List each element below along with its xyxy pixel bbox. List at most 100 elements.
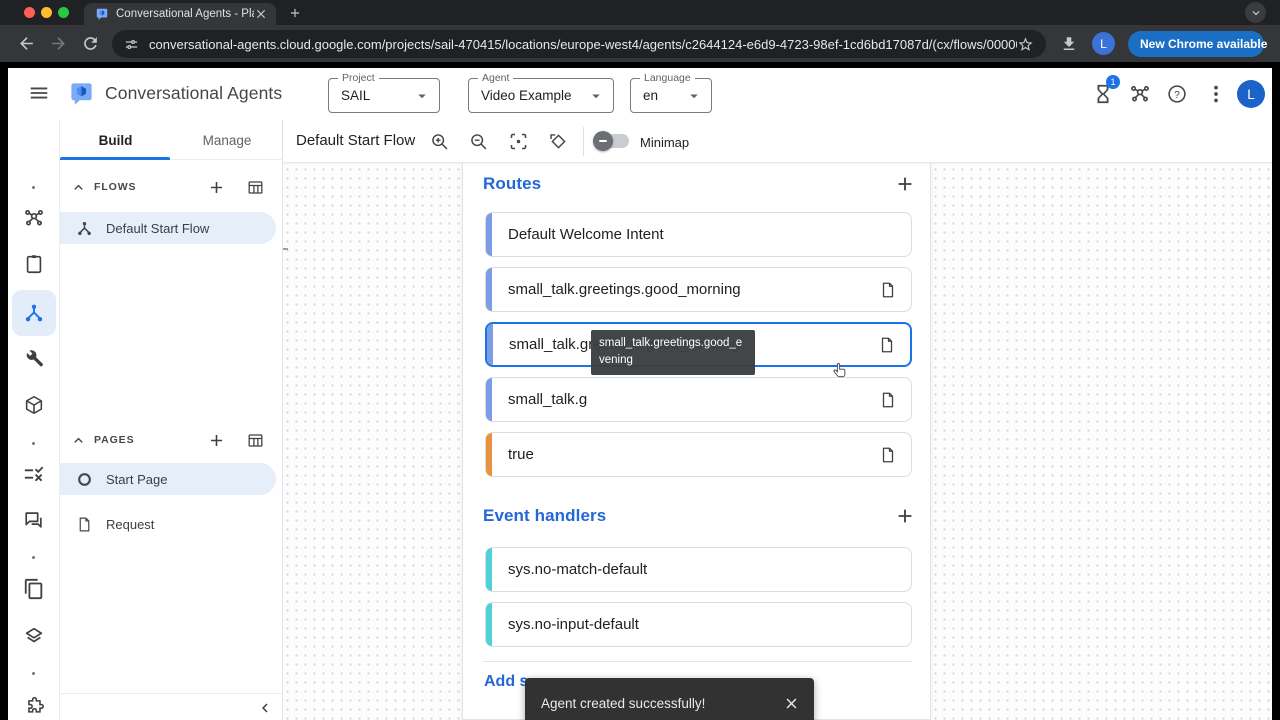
zoom-out-icon[interactable] <box>468 131 489 152</box>
event-handler-card[interactable]: sys.no-input-default <box>485 602 912 647</box>
add-flow-button[interactable] <box>207 178 226 197</box>
flows-section-label: FLOWS <box>94 181 137 193</box>
browser-tab[interactable]: Conversational Agents - Play <box>84 3 276 25</box>
language-select-label: Language <box>640 72 695 84</box>
pages-section-header: PAGES <box>60 428 283 454</box>
sidebar-item-request[interactable]: Request <box>60 508 276 540</box>
sidebar-item-start-page[interactable]: Start Page <box>60 463 276 495</box>
hamburger-icon[interactable] <box>28 82 50 104</box>
agent-select[interactable]: Agent Video Example <box>468 72 614 113</box>
center-focus-icon[interactable] <box>508 131 529 152</box>
route-accent-bar <box>486 268 492 311</box>
tab-search-button[interactable] <box>1245 2 1266 23</box>
reset-view-icon[interactable] <box>548 131 569 152</box>
puzzle-icon[interactable] <box>23 694 45 716</box>
flow-icon[interactable] <box>23 302 45 324</box>
pages-copy-icon[interactable] <box>23 578 45 600</box>
bookmark-star-icon[interactable] <box>1017 36 1034 53</box>
chat-icon[interactable] <box>23 509 45 531</box>
flow-canvas[interactable]: Default Start Flow Minimap Routes Defaul… <box>283 120 1272 720</box>
browser-profile-avatar[interactable]: L <box>1092 32 1115 55</box>
route-card[interactable]: small_talk.greetings.good_morning <box>485 267 912 312</box>
tab-manage[interactable]: Manage <box>171 120 283 160</box>
chevron-down-icon <box>1249 6 1263 20</box>
tab-build[interactable]: Build <box>60 120 171 160</box>
language-select[interactable]: Language en <box>630 72 712 113</box>
downloads-icon[interactable] <box>1060 35 1078 53</box>
kebab-icon[interactable] <box>1205 83 1227 105</box>
layers-icon[interactable] <box>23 625 45 647</box>
route-accent-bar <box>486 378 492 421</box>
help-icon[interactable] <box>1166 83 1188 105</box>
graph-icon[interactable] <box>1129 83 1151 105</box>
route-card[interactable]: Default Welcome Intent <box>485 212 912 257</box>
zoom-in-icon[interactable] <box>429 131 450 152</box>
route-card[interactable]: true <box>485 432 912 477</box>
chevron-up-icon[interactable] <box>70 179 87 196</box>
canvas-title: Default Start Flow <box>296 132 416 149</box>
page-icon[interactable] <box>878 336 896 354</box>
forward-button[interactable] <box>49 34 68 53</box>
back-button[interactable] <box>17 34 36 53</box>
table-view-icon[interactable] <box>246 178 265 197</box>
toast-message: Agent created successfully! <box>541 695 706 711</box>
route-accent-bar <box>486 213 492 256</box>
rail-dot <box>32 672 35 675</box>
agent-select-value: Video Example <box>481 88 572 103</box>
rail-dot <box>32 556 35 559</box>
traffic-light-close[interactable] <box>24 6 35 18</box>
routes-title: Routes <box>483 174 542 193</box>
chevron-down-icon <box>685 87 703 105</box>
dialogflow-logo <box>68 80 95 107</box>
page-icon <box>76 516 93 533</box>
close-icon[interactable] <box>783 695 800 712</box>
rule-checklist-icon[interactable] <box>23 463 45 485</box>
handler-accent-bar <box>486 603 492 646</box>
start-page-node-panel: Routes Default Welcome Intent small_talk… <box>462 163 931 720</box>
add-page-button[interactable] <box>207 431 226 450</box>
browser-tab-strip: Conversational Agents - Play <box>0 0 1280 25</box>
package-icon[interactable] <box>23 394 45 416</box>
account-avatar[interactable]: L <box>1237 80 1265 108</box>
app-window: Conversational Agents Project SAIL Agent… <box>8 68 1272 720</box>
panel-divider <box>483 661 912 662</box>
event-handlers-title: Event handlers <box>483 506 607 525</box>
tab-close-icon[interactable] <box>254 7 268 21</box>
url-text: conversational-agents.cloud.google.com/p… <box>149 36 1017 52</box>
browser-toolbar: conversational-agents.cloud.google.com/p… <box>0 25 1280 62</box>
event-handler-card[interactable]: sys.no-match-default <box>485 547 912 592</box>
table-view-icon[interactable] <box>246 431 265 450</box>
update-chrome-chip[interactable]: New Chrome available <box>1128 31 1267 57</box>
route-card[interactable]: small_talk.g <box>485 377 912 422</box>
route-label: Default Welcome Intent <box>508 226 664 243</box>
app-header: Conversational Agents Project SAIL Agent… <box>8 68 1272 120</box>
sidebar-item-default-start-flow[interactable]: Default Start Flow <box>60 212 276 244</box>
new-tab-button[interactable] <box>288 6 302 20</box>
reload-button[interactable] <box>81 34 100 53</box>
active-tab-underline <box>60 157 170 160</box>
minimap-toggle[interactable] <box>593 131 629 151</box>
traffic-light-maximize[interactable] <box>58 6 69 18</box>
route-label: small_talk.g <box>508 391 588 408</box>
clipboard-icon[interactable] <box>23 253 45 275</box>
add-route-button[interactable] <box>894 173 916 195</box>
collapse-sidebar-icon[interactable] <box>256 699 274 717</box>
agent-select-label: Agent <box>478 72 514 84</box>
page-icon[interactable] <box>879 281 897 299</box>
add-event-handler-button[interactable] <box>894 505 916 527</box>
address-bar[interactable]: conversational-agents.cloud.google.com/p… <box>112 30 1046 58</box>
sidebar-footer <box>60 693 282 720</box>
tab-title: Conversational Agents - Play <box>116 8 254 20</box>
chevron-up-icon[interactable] <box>70 432 87 449</box>
traffic-light-minimize[interactable] <box>41 6 52 18</box>
product-title: Conversational Agents <box>105 83 283 103</box>
page-icon[interactable] <box>879 446 897 464</box>
notification-badge: 1 <box>1106 75 1120 89</box>
wrench-icon[interactable] <box>23 347 45 369</box>
project-select[interactable]: Project SAIL <box>328 72 440 113</box>
toggle-knob <box>593 131 613 151</box>
graph-icon[interactable] <box>23 207 45 229</box>
site-settings-icon[interactable] <box>124 37 139 52</box>
add-state-handler-link[interactable]: Add s <box>484 673 528 691</box>
page-icon[interactable] <box>879 391 897 409</box>
